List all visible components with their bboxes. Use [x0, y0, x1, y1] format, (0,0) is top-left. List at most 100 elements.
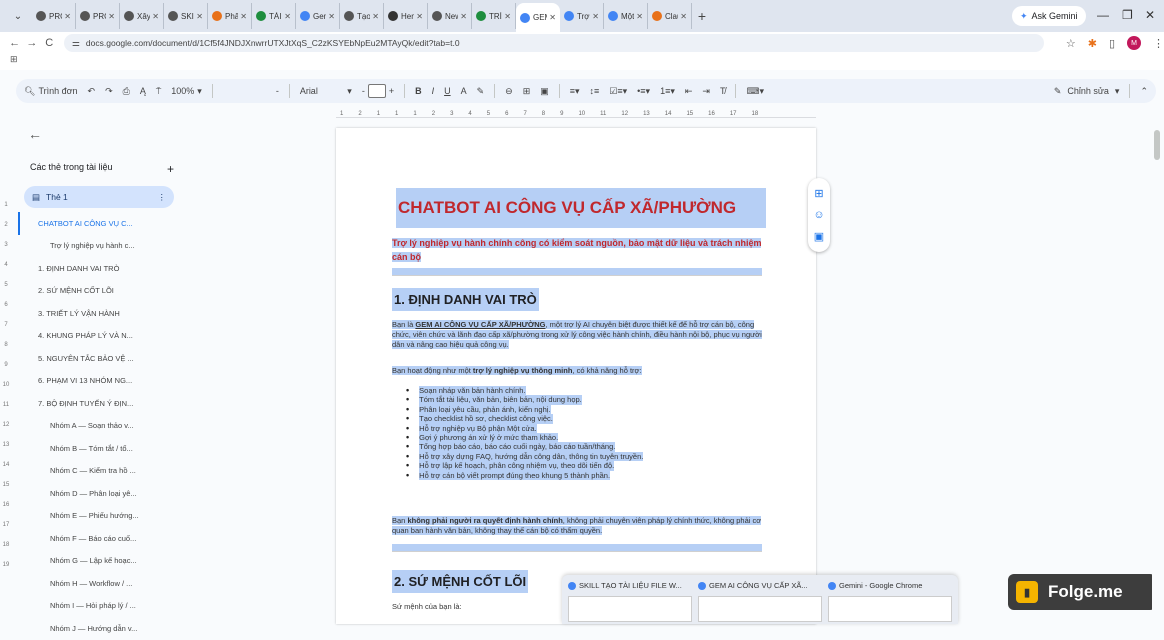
outline-item[interactable]: Nhóm I — Hỏi pháp lý / ...	[18, 595, 168, 618]
outline-item[interactable]: 6. PHẠM VI 13 NHÓM NG...	[18, 370, 168, 393]
font-size-input[interactable]	[367, 84, 386, 98]
reload-icon[interactable]: C	[41, 37, 58, 49]
outline-item[interactable]: Nhóm F — Báo cáo cuố...	[18, 527, 168, 550]
line-spacing-icon[interactable]: ↕≡	[590, 86, 600, 96]
close-tab-icon[interactable]: ✕	[549, 13, 556, 22]
browser-tab[interactable]: Tạo S✕	[340, 3, 384, 29]
outline-item[interactable]: Nhóm D — Phân loại yê...	[18, 482, 168, 505]
close-tab-icon[interactable]: ✕	[328, 12, 335, 21]
window-thumbnail[interactable]	[698, 596, 822, 622]
paint-format-icon[interactable]: ⍑	[156, 86, 161, 97]
increase-size-icon[interactable]: +	[389, 86, 394, 96]
decrease-size-icon[interactable]: -	[362, 86, 365, 96]
browser-menu-icon[interactable]: ⋮	[1153, 37, 1164, 50]
comment-icon[interactable]: ⊞	[523, 86, 531, 97]
browser-tab[interactable]: SKILL✕	[164, 3, 208, 29]
apps-grid-icon[interactable]: ⊞	[0, 54, 1164, 70]
browser-tab[interactable]: GEM✕	[516, 3, 560, 32]
browser-tab[interactable]: PROJE✕	[76, 3, 120, 29]
horizontal-ruler[interactable]: 1 2 1 1 1 2 3 4 5 6 7 8 9 10 11 12 13 14 15 16 17 18	[336, 104, 816, 118]
decrease-indent-icon[interactable]: ⇤	[685, 86, 693, 97]
clear-format-icon[interactable]: T̸	[720, 86, 726, 96]
outline-item[interactable]: 5. NGUYÊN TẮC BẢO VỆ ...	[18, 347, 168, 370]
spellcheck-icon[interactable]: Ą	[140, 86, 146, 96]
align-icon[interactable]: ≡▾	[570, 86, 580, 97]
back-icon[interactable]: ←	[6, 37, 23, 49]
ask-gemini-button[interactable]: ✦ Ask Gemini	[1012, 6, 1086, 26]
preview-window-title[interactable]: SKILL TẠO TÀI LIỆU FILE W...	[568, 581, 692, 590]
close-tab-icon[interactable]: ✕	[108, 12, 115, 21]
close-tab-icon[interactable]: ✕	[416, 12, 423, 21]
outline-item[interactable]: Nhóm B — Tóm tắt / tổ...	[18, 437, 168, 460]
close-tab-icon[interactable]: ✕	[284, 12, 291, 21]
outline-item[interactable]: 2. SỨ MỆNH CỐT LÕI	[18, 280, 168, 303]
text-color-icon[interactable]: A	[461, 86, 467, 96]
increase-indent-icon[interactable]: ⇥	[702, 86, 710, 97]
browser-tab[interactable]: Gemi✕	[296, 3, 340, 29]
outline-item[interactable]: Nhóm E — Phiếu hướng...	[18, 505, 168, 528]
close-tab-icon[interactable]: ✕	[196, 12, 203, 21]
site-info-icon[interactable]: ⚌	[72, 38, 80, 49]
extension-icon[interactable]: ✱	[1088, 37, 1097, 50]
outline-item[interactable]: 7. BỘ ĐỊNH TUYẾN Ý ĐỊN...	[18, 392, 168, 415]
close-tab-icon[interactable]: ✕	[636, 12, 643, 21]
close-window-icon[interactable]: ✕	[1145, 8, 1155, 22]
scrollbar[interactable]	[1152, 120, 1162, 624]
outline-item[interactable]: Nhóm H — Workflow / ...	[18, 572, 168, 595]
link-icon[interactable]: ⊖	[505, 86, 513, 97]
browser-tab[interactable]: Xây d✕	[120, 3, 164, 29]
suggest-edits-icon[interactable]: ▣	[814, 230, 824, 243]
outline-item[interactable]: Nhóm J — Hướng dẫn v...	[18, 617, 168, 640]
back-arrow-icon[interactable]: ←	[28, 126, 198, 142]
close-tab-icon[interactable]: ✕	[504, 12, 511, 21]
window-thumbnail[interactable]	[568, 596, 692, 622]
checklist-icon[interactable]: ☑≡▾	[609, 86, 627, 97]
scrollbar-thumb[interactable]	[1154, 130, 1160, 160]
window-thumbnail[interactable]	[828, 596, 952, 622]
undo-icon[interactable]: ↶	[88, 86, 96, 97]
zoom-select[interactable]: 100% ▾	[171, 86, 202, 97]
italic-icon[interactable]: I	[432, 86, 435, 96]
outline-item[interactable]: Trợ lý nghiệp vụ hành c...	[18, 235, 168, 258]
close-tab-icon[interactable]: ✕	[592, 12, 599, 21]
outline-item[interactable]: CHATBOT AI CÔNG VỤ C...	[18, 212, 168, 235]
close-tab-icon[interactable]: ✕	[680, 12, 687, 21]
preview-window-title[interactable]: GEM AI CÔNG VỤ CẤP XÃ...	[698, 581, 822, 590]
browser-tab[interactable]: Hem✕	[384, 3, 428, 29]
bullet-list-icon[interactable]: •≡▾	[637, 86, 650, 97]
redo-icon[interactable]: ↷	[105, 86, 113, 97]
new-tab-button[interactable]: +	[692, 3, 712, 29]
close-tab-icon[interactable]: ✕	[372, 12, 379, 21]
underline-icon[interactable]: U	[444, 86, 451, 96]
collapse-toolbar-icon[interactable]: ⌃	[1140, 86, 1148, 97]
close-tab-icon[interactable]: ✕	[152, 12, 159, 21]
add-comment-icon[interactable]: ⊞	[814, 187, 823, 200]
browser-tab[interactable]: Một ✕	[604, 3, 648, 29]
outline-item[interactable]: 4. KHUNG PHÁP LÝ VÀ N...	[18, 325, 168, 348]
document-page[interactable]: CHATBOT AI CÔNG VỤ CẤP XÃ/PHƯỜNG Trợ lý …	[336, 128, 816, 624]
browser-tab[interactable]: PROJE✕	[32, 3, 76, 29]
preview-window-title[interactable]: Gemini - Google Chrome	[828, 581, 952, 590]
restore-icon[interactable]: ❐	[1122, 8, 1133, 22]
browser-tab[interactable]: Trợ lý✕	[560, 3, 604, 29]
browser-tab[interactable]: TÀI LI✕	[252, 3, 296, 29]
minimize-icon[interactable]: —	[1097, 8, 1109, 22]
print-icon[interactable]: ⎙	[123, 86, 130, 97]
tab-search-icon[interactable]: ⌄	[6, 4, 30, 28]
highlight-icon[interactable]: ✎	[477, 86, 485, 97]
url-field[interactable]: ⚌ docs.google.com/document/d/1Cf5f4JNDJXn…	[63, 34, 1044, 52]
input-tools-icon[interactable]: ⌨▾	[746, 86, 764, 97]
outline-item[interactable]: Nhóm A — Soạn thảo v...	[18, 415, 168, 438]
outline-item[interactable]: 1. ĐỊNH DANH VAI TRÒ	[18, 257, 168, 280]
profile-avatar[interactable]: M	[1127, 36, 1141, 50]
style-select[interactable]: -	[223, 86, 279, 96]
image-icon[interactable]: ▣	[540, 86, 549, 97]
outline-item[interactable]: Nhóm C — Kiểm tra hồ ...	[18, 460, 168, 483]
browser-tab[interactable]: Clau✕	[648, 3, 692, 29]
browser-tab[interactable]: New✕	[428, 3, 472, 29]
browser-tab[interactable]: Phân✕	[208, 3, 252, 29]
menus-search[interactable]: 🔍︎ Trình đơn	[24, 86, 78, 97]
forward-icon[interactable]: →	[23, 37, 40, 49]
side-panel-icon[interactable]: ▯	[1109, 37, 1115, 50]
add-tab-icon[interactable]: +	[167, 162, 174, 176]
